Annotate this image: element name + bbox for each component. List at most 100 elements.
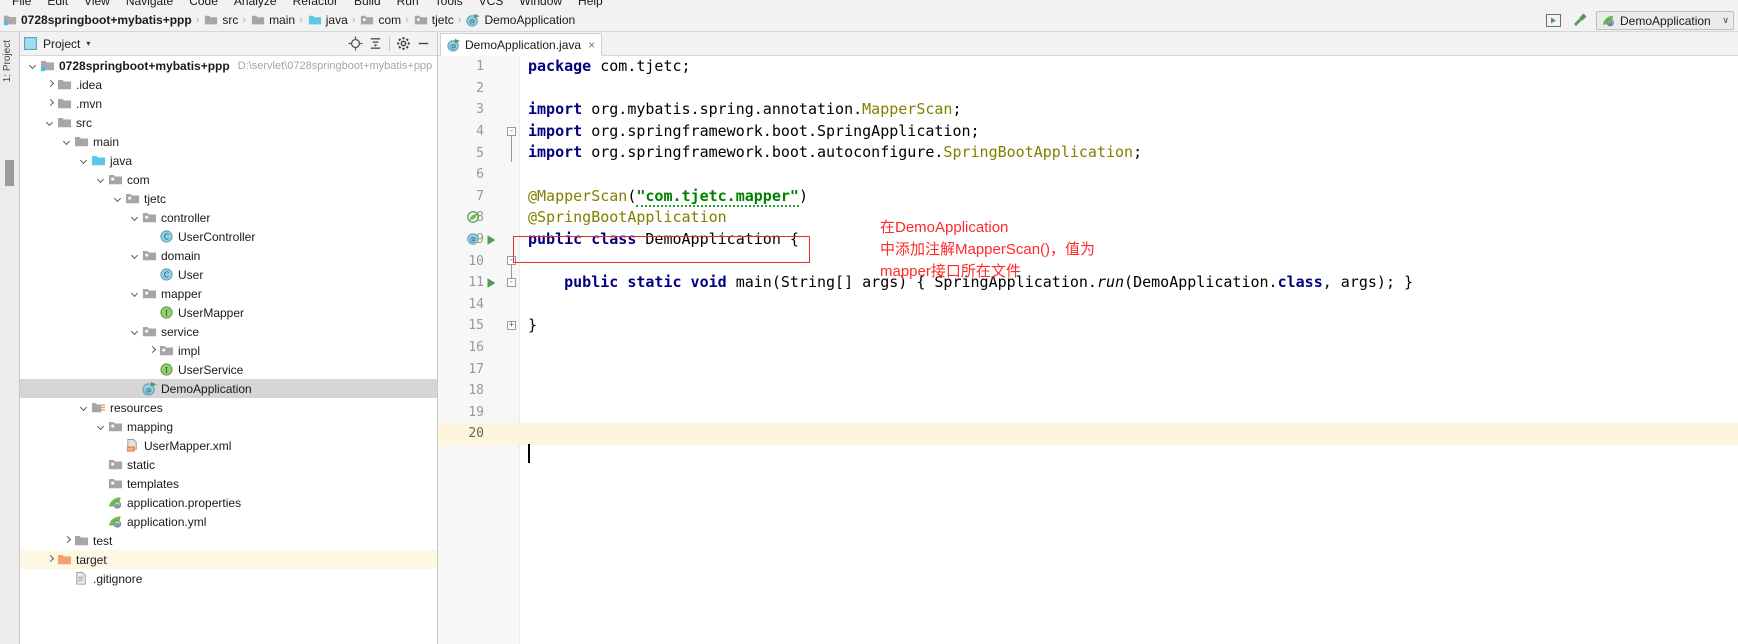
chevron-down-icon[interactable]	[130, 212, 141, 223]
tree-node-application-properties[interactable]: @ application.properties	[20, 493, 437, 512]
tree-node-src[interactable]: src	[20, 113, 437, 132]
editor-gutter[interactable]: 1 2 3 4 5 6 7 8 9 @ 10 11 14 15 16 17 18 19 20 - - - +	[438, 56, 520, 644]
chevron-right-icon[interactable]	[45, 98, 56, 109]
tree-node-service[interactable]: service	[20, 322, 437, 341]
tree-node-application-yml[interactable]: @ application.yml	[20, 512, 437, 531]
menu-item-build[interactable]: Build	[346, 0, 389, 9]
menu-item-code[interactable]: Code	[181, 0, 226, 9]
tree-node-main[interactable]: main	[20, 132, 437, 151]
chevron-right-icon[interactable]	[45, 554, 56, 565]
code-line-9[interactable]: public class DemoApplication {	[520, 229, 1738, 251]
chevron-right-icon[interactable]	[62, 535, 73, 546]
breadcrumb-item-com[interactable]: com	[357, 10, 403, 31]
tree-node-impl[interactable]: impl	[20, 341, 437, 360]
breadcrumb-item-src[interactable]: src	[201, 10, 240, 31]
menu-item-edit[interactable]: Edit	[39, 0, 76, 9]
chevron-right-icon[interactable]	[147, 345, 158, 356]
code-line-20[interactable]	[520, 423, 1738, 445]
tree-node-target[interactable]: target	[20, 550, 437, 569]
tree-node--idea[interactable]: .idea	[20, 75, 437, 94]
chevron-down-icon[interactable]: ∨	[1722, 15, 1729, 26]
tree-node-user[interactable]: C User	[20, 265, 437, 284]
build-hammer-icon[interactable]	[1570, 12, 1588, 30]
chevron-down-icon[interactable]	[96, 174, 107, 185]
code-line-11[interactable]: public static void main(String[] args) {…	[520, 272, 1738, 294]
fold-marker-method[interactable]: +	[507, 321, 516, 330]
close-icon[interactable]: ×	[588, 38, 595, 52]
code-line-19[interactable]	[520, 402, 1738, 424]
gutter-spring-bean-icon[interactable]	[466, 210, 482, 226]
tree-node-userservice[interactable]: I UserService	[20, 360, 437, 379]
chevron-down-icon[interactable]	[62, 136, 73, 147]
breadcrumb-item-tjetc[interactable]: tjetc	[411, 10, 456, 31]
code-line-3[interactable]: import org.mybatis.spring.annotation.Map…	[520, 99, 1738, 121]
chevron-down-icon[interactable]	[45, 117, 56, 128]
code-line-8[interactable]: @SpringBootApplication	[520, 207, 1738, 229]
code-lines[interactable]: package com.tjetc; import org.mybatis.sp…	[520, 56, 1738, 644]
tree-node-controller[interactable]: controller	[20, 208, 437, 227]
breadcrumb-item-demoapplication[interactable]: @ DemoApplication	[463, 10, 577, 31]
tree-node-0728springboot-mybatis-ppp[interactable]: 0728springboot+mybatis+ppp D:\servlet\072…	[20, 56, 437, 75]
menu-item-run[interactable]: Run	[389, 0, 427, 9]
chevron-down-icon[interactable]: ▾	[86, 39, 90, 48]
chevron-down-icon[interactable]	[130, 326, 141, 337]
code-line-4[interactable]: import org.springframework.boot.SpringAp…	[520, 121, 1738, 143]
menu-item-help[interactable]: Help	[570, 0, 611, 9]
menu-item-analyze[interactable]: Analyze	[226, 0, 285, 9]
tree-node-resources[interactable]: resources	[20, 398, 437, 417]
code-line-16[interactable]	[520, 337, 1738, 359]
tree-node-static[interactable]: static	[20, 455, 437, 474]
chevron-down-icon[interactable]	[28, 60, 39, 71]
code-line-14[interactable]	[520, 294, 1738, 316]
code-editor[interactable]: 1 2 3 4 5 6 7 8 9 @ 10 11 14 15 16 17 18 19 20 - - - + pac…	[438, 56, 1738, 644]
chevron-down-icon[interactable]	[79, 155, 90, 166]
tree-node-demoapplication[interactable]: @ DemoApplication	[20, 379, 437, 398]
chevron-right-icon[interactable]	[45, 79, 56, 90]
fold-marker-class[interactable]: -	[507, 278, 516, 287]
code-line-6[interactable]	[520, 164, 1738, 186]
chevron-down-icon[interactable]	[130, 288, 141, 299]
menu-item-view[interactable]: View	[76, 0, 118, 9]
chevron-down-icon[interactable]	[79, 402, 90, 413]
code-line-2[interactable]	[520, 78, 1738, 100]
tree-node--mvn[interactable]: .mvn	[20, 94, 437, 113]
tree-node--gitignore[interactable]: .gitignore	[20, 569, 437, 588]
code-line-15[interactable]: }	[520, 315, 1738, 337]
tree-node-test[interactable]: test	[20, 531, 437, 550]
tree-node-mapper[interactable]: mapper	[20, 284, 437, 303]
tree-node-tjetc[interactable]: tjetc	[20, 189, 437, 208]
menu-item-file[interactable]: File	[4, 0, 39, 9]
code-line-10[interactable]	[520, 250, 1738, 272]
locate-icon[interactable]	[346, 34, 365, 53]
menu-item-window[interactable]: Window	[511, 0, 570, 9]
code-line-17[interactable]	[520, 358, 1738, 380]
fold-marker-imports[interactable]: -	[507, 127, 516, 136]
gutter-spring-boot-gutter-icon[interactable]: @	[466, 232, 482, 248]
breadcrumb-item-0728springboot-mybatis-ppp[interactable]: 0728springboot+mybatis+ppp	[0, 10, 194, 31]
settings-gear-icon[interactable]	[394, 34, 413, 53]
tree-node-domain[interactable]: domain	[20, 246, 437, 265]
gutter-run-green-arrow-icon[interactable]	[484, 276, 498, 290]
menu-item-navigate[interactable]: Navigate	[118, 0, 181, 9]
tree-node-usercontroller[interactable]: C UserController	[20, 227, 437, 246]
code-line-5[interactable]: import org.springframework.boot.autoconf…	[520, 142, 1738, 164]
tree-node-templates[interactable]: templates	[20, 474, 437, 493]
menu-item-tools[interactable]: Tools	[427, 0, 471, 9]
run-configuration-selector[interactable]: @ DemoApplication ∨	[1596, 11, 1734, 30]
gutter-run-green-arrow-icon[interactable]	[484, 233, 498, 247]
code-line-1[interactable]: package com.tjetc;	[520, 56, 1738, 78]
collapse-all-icon[interactable]	[366, 34, 385, 53]
chevron-down-icon[interactable]	[130, 250, 141, 261]
tool-strip-project-tab[interactable]: 1: Project	[2, 40, 13, 82]
tree-node-usermapper[interactable]: I UserMapper	[20, 303, 437, 322]
breadcrumb-item-main[interactable]: main	[248, 10, 297, 31]
chevron-down-icon[interactable]	[96, 421, 107, 432]
menu-item-refactor[interactable]: Refactor	[285, 0, 346, 9]
tree-node-usermapper-xml[interactable]: <> UserMapper.xml	[20, 436, 437, 455]
menu-item-vcs[interactable]: VCS	[471, 0, 512, 9]
tree-node-java[interactable]: java	[20, 151, 437, 170]
tree-node-com[interactable]: com	[20, 170, 437, 189]
hide-panel-icon[interactable]	[414, 34, 433, 53]
fold-marker-annotations[interactable]: -	[507, 256, 516, 265]
code-line-7[interactable]: @MapperScan("com.tjetc.mapper")	[520, 186, 1738, 208]
